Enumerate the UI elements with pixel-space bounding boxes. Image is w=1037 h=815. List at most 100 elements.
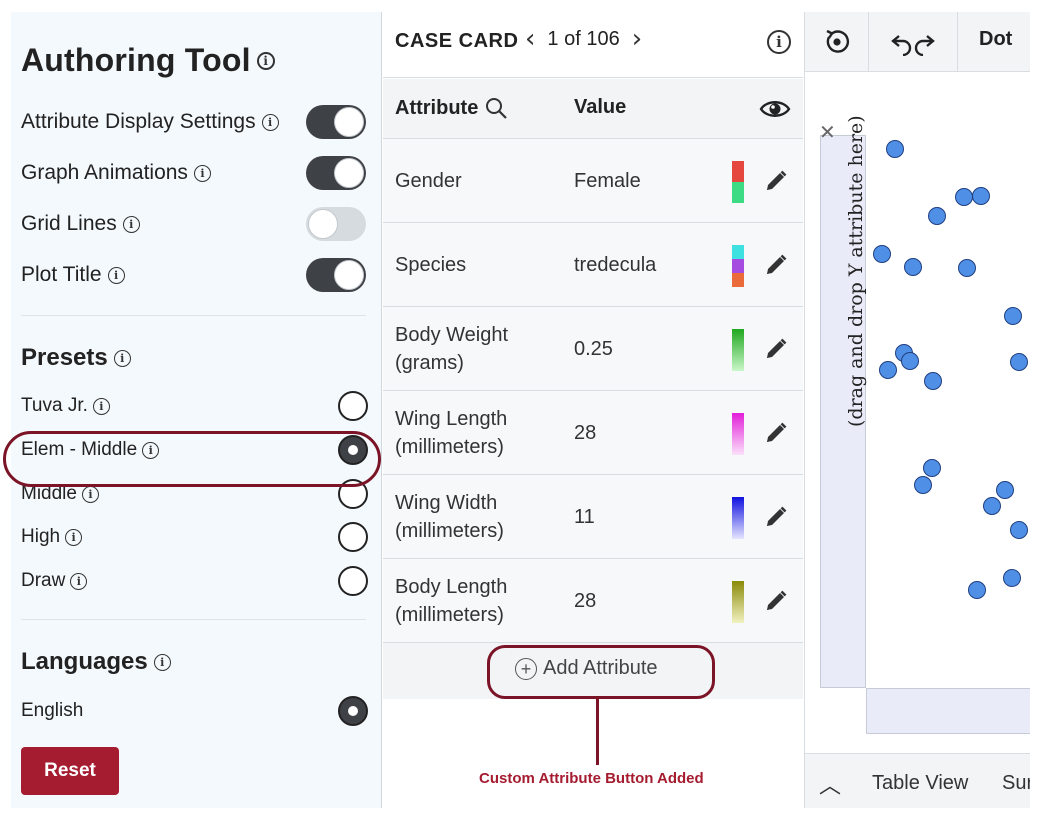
info-icon[interactable]: i	[70, 572, 88, 590]
chevron-up-icon[interactable]: ︿	[819, 768, 841, 800]
info-icon[interactable]: i	[81, 485, 99, 503]
case-dot[interactable]	[873, 245, 891, 263]
preset-radio[interactable]	[338, 391, 368, 421]
toggle-knob	[334, 260, 364, 290]
case-dot[interactable]	[924, 372, 942, 390]
case-row: Body Weight (grams) 0.25	[383, 307, 803, 391]
pencil-icon[interactable]	[763, 588, 789, 614]
add-attribute-highlight	[487, 645, 715, 699]
color-swatch	[732, 413, 744, 455]
plot-title-toggle[interactable]	[306, 258, 366, 292]
info-icon[interactable]: i	[65, 528, 83, 546]
undo-redo-button[interactable]	[869, 12, 958, 72]
info-icon[interactable]: i	[92, 397, 110, 415]
preset-tuva-jr[interactable]: Tuva Jr. i	[21, 389, 368, 423]
close-icon[interactable]: ✕	[819, 120, 836, 145]
case-dot[interactable]	[904, 258, 922, 276]
preset-radio[interactable]	[338, 522, 368, 552]
case-dot[interactable]	[1010, 521, 1028, 539]
info-icon[interactable]: i	[122, 215, 140, 233]
info-icon[interactable]: i	[256, 51, 275, 70]
color-swatch	[732, 581, 744, 623]
summary-tab[interactable]: Sur	[1002, 772, 1030, 795]
setting-plot-title: Plot Title i	[21, 255, 366, 295]
preset-radio[interactable]	[338, 566, 368, 596]
attribute-name[interactable]: Gender	[395, 139, 565, 223]
case-row: Wing Length (millimeters) 28	[383, 391, 803, 475]
attribute-column-label: Attribute	[395, 96, 479, 119]
setting-label: Grid Lines	[21, 212, 117, 235]
attribute-name[interactable]: Species	[395, 223, 565, 307]
attribute-display-toggle[interactable]	[306, 105, 366, 139]
setting-label: Attribute Display Settings	[21, 110, 256, 133]
case-dot[interactable]	[996, 481, 1014, 499]
case-row: Gender Female	[383, 139, 803, 223]
case-dot[interactable]	[1004, 307, 1022, 325]
attribute-value: tredecula	[574, 253, 657, 276]
preset-label: Tuva Jr.	[21, 395, 88, 416]
case-row: Body Length (millimeters) 28	[383, 559, 803, 643]
callout-connector	[596, 699, 599, 765]
case-dot[interactable]	[914, 476, 932, 494]
setting-label: Graph Animations	[21, 161, 188, 184]
grid-lines-toggle[interactable]	[306, 207, 366, 241]
case-dot[interactable]	[886, 140, 904, 158]
color-swatch	[732, 329, 744, 371]
info-icon[interactable]: i	[261, 113, 279, 131]
case-dot[interactable]	[1003, 569, 1021, 587]
case-row: Wing Width (millimeters) 11	[383, 475, 803, 559]
info-icon[interactable]: i	[153, 653, 171, 671]
attribute-value: 28	[574, 589, 597, 612]
x-attribute-drop-zone[interactable]	[866, 688, 1030, 734]
info-icon[interactable]: i	[107, 266, 125, 284]
info-icon[interactable]: i	[767, 30, 791, 54]
pencil-icon[interactable]	[763, 252, 789, 278]
info-icon[interactable]: i	[113, 349, 131, 367]
case-dot[interactable]	[983, 497, 1001, 515]
preset-high[interactable]: High i	[21, 520, 368, 554]
case-dot[interactable]	[901, 352, 919, 370]
preset-label: High	[21, 526, 61, 547]
presets-heading: Presets i	[21, 344, 131, 372]
case-dot[interactable]	[928, 207, 946, 225]
value-column-header: Value	[574, 96, 627, 118]
case-dot[interactable]	[923, 459, 941, 477]
info-icon[interactable]: i	[193, 164, 211, 182]
graph-panel: Dot ✕ (drag and drop Y attribute here) ︿…	[804, 12, 1030, 808]
refresh-target-icon	[825, 29, 849, 53]
rescale-button[interactable]	[805, 12, 869, 72]
pencil-icon[interactable]	[763, 168, 789, 194]
search-icon[interactable]	[484, 96, 508, 120]
setting-grid-lines: Grid Lines i	[21, 204, 366, 244]
setting-attribute-display: Attribute Display Settings i	[21, 102, 366, 142]
pencil-icon[interactable]	[763, 420, 789, 446]
plot-type-label[interactable]: Dot	[979, 28, 1012, 51]
case-dot[interactable]	[955, 188, 973, 206]
reset-button[interactable]: Reset	[21, 747, 119, 795]
authoring-panel: Authoring Tool i Attribute Display Setti…	[3, 12, 382, 808]
attribute-value: 11	[574, 505, 595, 528]
graph-animations-toggle[interactable]	[306, 156, 366, 190]
attribute-name[interactable]: Wing Length (millimeters)	[395, 391, 565, 475]
language-radio[interactable]	[338, 696, 368, 726]
chevron-right-icon[interactable]: ›	[632, 26, 642, 52]
pencil-icon[interactable]	[763, 336, 789, 362]
table-view-tab[interactable]: Table View	[872, 772, 968, 795]
attribute-name[interactable]: Body Weight (grams)	[395, 307, 565, 391]
case-card-title: CASE CARD	[395, 30, 519, 52]
case-dot[interactable]	[972, 187, 990, 205]
preset-draw[interactable]: Draw i	[21, 564, 368, 598]
toggle-knob	[334, 107, 364, 137]
eye-icon[interactable]	[759, 93, 791, 125]
setting-label: Plot Title	[21, 263, 102, 286]
case-dot[interactable]	[1010, 353, 1028, 371]
language-english[interactable]: English	[21, 694, 368, 728]
attribute-name[interactable]: Wing Width (millimeters)	[395, 475, 565, 559]
chevron-left-icon[interactable]: ‹	[525, 26, 535, 52]
attribute-name[interactable]: Body Length (millimeters)	[395, 559, 565, 643]
toggle-knob	[334, 158, 364, 188]
case-dot[interactable]	[968, 581, 986, 599]
case-dot[interactable]	[879, 361, 897, 379]
pencil-icon[interactable]	[763, 504, 789, 530]
case-dot[interactable]	[958, 259, 976, 277]
